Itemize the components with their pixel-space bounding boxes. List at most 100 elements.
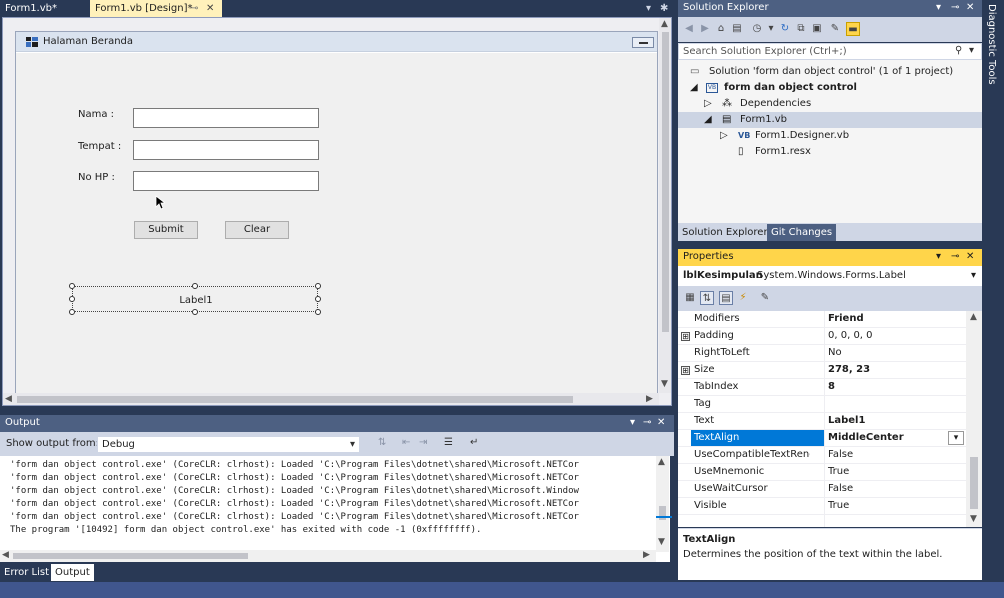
property-row-size[interactable]: ⊞ Size 278, 23: [678, 362, 966, 379]
show-all-files-icon[interactable]: ▣: [810, 22, 824, 36]
expand-icon[interactable]: ⊞: [681, 366, 690, 375]
scroll-left-icon[interactable]: ◀: [2, 549, 9, 562]
output-text-area[interactable]: 'form dan object control.exe' (CoreCLR: …: [0, 456, 670, 562]
close-icon[interactable]: ✕: [966, 2, 974, 13]
scroll-thumb[interactable]: [970, 457, 978, 509]
tab-form1-vb[interactable]: Form1.vb*: [0, 0, 88, 17]
tree-item-form1-vb[interactable]: ◢ ▤ Form1.vb: [678, 112, 982, 128]
resize-handle[interactable]: [69, 283, 75, 289]
form-titlebar[interactable]: Halaman Beranda: [16, 32, 657, 52]
clear-all-icon[interactable]: ☰: [444, 437, 453, 448]
scroll-right-icon[interactable]: ▶: [646, 393, 653, 405]
resize-handle[interactable]: [315, 283, 321, 289]
output-vertical-scrollbar[interactable]: ▲ ▼: [656, 456, 669, 552]
chevron-down-icon[interactable]: ▾: [936, 251, 941, 262]
property-row-visible[interactable]: Visible True: [678, 498, 966, 515]
chevron-down-icon[interactable]: ▾: [630, 417, 635, 428]
resize-handle[interactable]: [315, 296, 321, 302]
tree-item-form1-designer[interactable]: ▷ VB Form1.Designer.vb: [678, 128, 982, 144]
resize-handle[interactable]: [192, 283, 198, 289]
pin-icon[interactable]: ⊸: [951, 2, 959, 13]
collapse-all-icon[interactable]: ⧉: [794, 22, 808, 36]
property-row-modifiers[interactable]: Modifiers Friend: [678, 311, 966, 328]
next-message-icon[interactable]: ⇥: [419, 437, 427, 448]
tab-form1-design[interactable]: Form1.vb [Design]* ⊸ ✕: [90, 0, 222, 17]
resize-handle[interactable]: [69, 309, 75, 315]
nohp-textbox[interactable]: [133, 171, 319, 191]
tree-item-dependencies[interactable]: ▷ ⁂ Dependencies: [678, 96, 982, 112]
categorized-icon[interactable]: ▦: [683, 291, 697, 305]
property-row-righttoleft[interactable]: RightToLeft No: [678, 345, 966, 362]
output-source-select[interactable]: Debug ▾: [97, 436, 360, 453]
nama-textbox[interactable]: [133, 108, 319, 128]
tree-item-project[interactable]: ◢ VB form dan object control: [678, 80, 982, 96]
property-row-padding[interactable]: ⊞ Padding 0, 0, 0, 0: [678, 328, 966, 345]
scroll-left-icon[interactable]: ◀: [5, 393, 12, 405]
home-icon[interactable]: ⌂: [714, 22, 728, 36]
scroll-down-icon[interactable]: ▼: [658, 536, 665, 549]
tree-item-form1-resx[interactable]: ▯ Form1.resx: [678, 144, 982, 160]
collapsed-arrow-icon[interactable]: ▷: [704, 96, 712, 112]
properties-vertical-scrollbar[interactable]: ▲ ▼: [966, 311, 982, 527]
scroll-right-icon[interactable]: ▶: [643, 549, 650, 562]
properties-object-selector[interactable]: lblKesimpulan System.Windows.Forms.Label…: [678, 266, 982, 286]
property-row-text[interactable]: Text Label1: [678, 413, 966, 430]
history-icon[interactable]: ◷: [750, 22, 764, 36]
designer-horizontal-scrollbar[interactable]: ◀ ▶: [3, 393, 659, 405]
expanded-arrow-icon[interactable]: ◢: [690, 80, 698, 96]
find-message-icon[interactable]: ⇅: [378, 437, 386, 448]
scroll-thumb[interactable]: [662, 32, 669, 332]
alphabetical-icon[interactable]: ⇅: [700, 291, 714, 305]
property-row-usecompatibletextrendering[interactable]: UseCompatibleTextRenderir False: [678, 447, 966, 464]
pin-icon[interactable]: ⊸: [643, 417, 651, 428]
forward-icon[interactable]: ▶: [698, 22, 712, 36]
properties-icon[interactable]: ✎: [828, 22, 842, 36]
property-pages-icon[interactable]: ✎: [758, 291, 772, 305]
tempat-textbox[interactable]: [133, 140, 319, 160]
diagnostic-tools-strip[interactable]: Diagnostic Tools: [982, 0, 1004, 598]
scroll-up-icon[interactable]: ▲: [970, 311, 977, 324]
minimize-button[interactable]: [632, 37, 654, 48]
designer-vertical-scrollbar[interactable]: ▲ ▼: [659, 18, 671, 393]
close-icon[interactable]: ✕: [206, 0, 214, 17]
property-row-usewaitcursor[interactable]: UseWaitCursor False: [678, 481, 966, 498]
clear-button[interactable]: Clear: [225, 221, 289, 239]
chevron-down-icon[interactable]: ▾: [646, 0, 651, 17]
scroll-up-icon[interactable]: ▲: [658, 456, 665, 469]
gear-icon[interactable]: ✱: [660, 0, 668, 17]
refresh-icon[interactable]: ↻: [778, 22, 792, 36]
back-icon[interactable]: ◀: [682, 22, 696, 36]
output-horizontal-scrollbar[interactable]: ◀ ▶: [0, 550, 656, 562]
solution-explorer-search[interactable]: Search Solution Explorer (Ctrl+;) ⚲ ▾: [678, 43, 982, 60]
previous-message-icon[interactable]: ⇤: [402, 437, 410, 448]
chevron-down-icon[interactable]: ▾: [936, 2, 941, 13]
expand-icon[interactable]: ⊞: [681, 332, 690, 341]
scroll-down-icon[interactable]: ▼: [970, 513, 977, 526]
tab-output[interactable]: Output: [51, 564, 94, 581]
expanded-arrow-icon[interactable]: ◢: [704, 112, 712, 128]
switch-views-icon[interactable]: ▤: [730, 22, 744, 36]
form-body[interactable]: Nama : Tempat : No HP : Submit Clear Lab…: [16, 53, 657, 402]
pin-icon[interactable]: ⊸: [190, 0, 198, 17]
word-wrap-icon[interactable]: ↵: [470, 437, 478, 448]
close-icon[interactable]: ✕: [657, 417, 665, 428]
property-row-usemnemonic[interactable]: UseMnemonic True: [678, 464, 966, 481]
events-icon[interactable]: ⚡: [736, 291, 750, 305]
tab-error-list[interactable]: Error List: [0, 564, 53, 581]
chevron-down-icon[interactable]: ▾: [764, 22, 778, 36]
resize-handle[interactable]: [69, 296, 75, 302]
preview-icon[interactable]: ▬: [846, 22, 860, 36]
property-row-tag[interactable]: Tag: [678, 396, 966, 413]
resize-handle[interactable]: [315, 309, 321, 315]
scroll-thumb[interactable]: [17, 396, 573, 403]
submit-button[interactable]: Submit: [134, 221, 198, 239]
tab-solution-explorer[interactable]: Solution Explorer: [678, 224, 772, 241]
collapsed-arrow-icon[interactable]: ▷: [720, 128, 728, 144]
pin-icon[interactable]: ⊸: [951, 251, 959, 262]
dropdown-button[interactable]: ▾: [948, 431, 964, 445]
scroll-down-icon[interactable]: ▼: [661, 378, 668, 391]
search-icon[interactable]: ⚲: [955, 45, 962, 56]
properties-view-icon[interactable]: ▤: [719, 291, 733, 305]
resize-handle[interactable]: [192, 309, 198, 315]
property-row-textalign[interactable]: TextAlign MiddleCenter ▾: [678, 430, 966, 447]
